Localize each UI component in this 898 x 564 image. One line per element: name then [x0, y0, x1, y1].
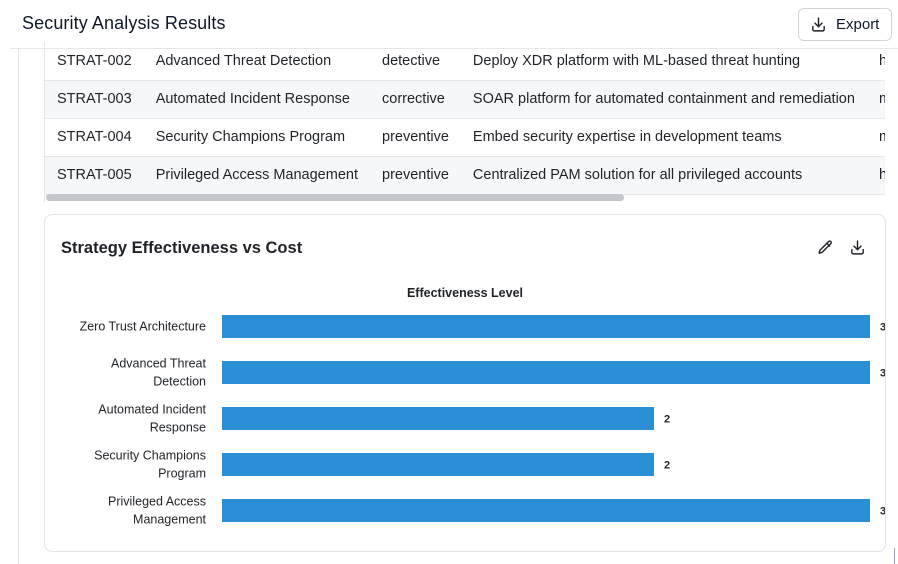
- category-label: Security Champions Program: [94, 449, 206, 481]
- category-label-line: Security Champions: [94, 449, 206, 463]
- chart-title: Effectiveness Level: [407, 286, 523, 300]
- bar-value-label: 3: [880, 322, 886, 334]
- download-icon: [850, 239, 864, 255]
- download-icon: [812, 17, 825, 32]
- bar-value-label: 3: [880, 368, 886, 380]
- strategy-extra-cell: h: [866, 42, 885, 81]
- strategy-extra-cell: m: [866, 118, 885, 157]
- strategy-name-cell: Advanced Threat Detection: [143, 42, 370, 81]
- category-label-line: Program: [158, 467, 206, 481]
- bar[interactable]: [222, 499, 870, 522]
- category-label-line: Privileged Access: [108, 495, 206, 509]
- category-label-line: Response: [150, 421, 206, 435]
- category-label: Advanced Threat Detection: [111, 357, 206, 389]
- strategy-id-cell: STRAT-004: [45, 118, 144, 157]
- category-label: Privileged Access Management: [108, 495, 206, 527]
- strategy-name-cell: Privileged Access Management: [143, 156, 370, 195]
- chart-card-title: Strategy Effectiveness vs Cost: [61, 239, 303, 257]
- scrollbar-thumb[interactable]: [46, 194, 624, 201]
- bar[interactable]: [222, 407, 654, 430]
- edit-chart-button[interactable]: [814, 236, 836, 258]
- strategy-table: STRAT-002 Advanced Threat Detection detect…: [45, 42, 885, 195]
- export-button[interactable]: Export: [798, 8, 892, 41]
- strategy-id-cell: STRAT-002: [45, 42, 144, 81]
- pencil-icon: [817, 239, 832, 254]
- strategy-type-cell: preventive: [370, 118, 461, 157]
- strategy-description-cell: Deploy XDR platform with ML-based threat…: [460, 42, 867, 81]
- table-horizontal-scrollbar[interactable]: [44, 193, 885, 202]
- strategy-description-cell: Embed security expertise in development …: [460, 118, 867, 157]
- category-label-line: Automated Incident: [98, 403, 206, 417]
- strategy-name-cell: Automated Incident Response: [143, 80, 370, 119]
- strategy-table-container: STRAT-002 Advanced Threat Detection detect…: [44, 42, 885, 202]
- table-row[interactable]: STRAT-002 Advanced Threat Detection detect…: [45, 42, 885, 81]
- strategy-id-cell: STRAT-005: [45, 156, 144, 195]
- category-label-line: Detection: [153, 375, 206, 389]
- strategy-name-cell: Security Champions Program: [143, 118, 370, 157]
- category-label-line: Zero Trust Architecture: [80, 320, 206, 334]
- category-label-line: Advanced Threat: [111, 357, 206, 371]
- strategy-extra-cell: m: [866, 80, 885, 119]
- effectiveness-bar-chart: Effectiveness Level Zero Trust Architect…: [80, 286, 886, 527]
- table-row[interactable]: STRAT-004 Security Champions Program preve…: [45, 118, 885, 157]
- bar-value-label: 2: [664, 414, 670, 426]
- strategy-type-cell: corrective: [370, 80, 461, 119]
- export-label: Export: [836, 16, 880, 33]
- strategy-id-cell: STRAT-003: [45, 80, 144, 119]
- chart-card: Strategy Effectiveness vs Cost Effective…: [44, 214, 886, 552]
- strategy-type-cell: detective: [370, 42, 461, 81]
- strategy-description-cell: Centralized PAM solution for all privile…: [460, 156, 867, 195]
- strategy-description-cell: SOAR platform for automated containment …: [460, 80, 867, 119]
- table-row[interactable]: STRAT-005 Privileged Access Management pre…: [45, 156, 885, 195]
- page-title: Security Analysis Results: [22, 13, 226, 33]
- bar-value-label: 2: [664, 460, 670, 472]
- table-row[interactable]: STRAT-003 Automated Incident Response corr…: [45, 80, 885, 119]
- download-chart-button[interactable]: [846, 236, 868, 258]
- category-label: Automated Incident Response: [98, 403, 206, 435]
- category-label-line: Management: [133, 513, 206, 527]
- category-label: Zero Trust Architecture: [80, 320, 206, 334]
- bar[interactable]: [222, 315, 870, 338]
- bar[interactable]: [222, 361, 870, 384]
- bar-value-label: 3: [880, 506, 886, 518]
- strategy-type-cell: preventive: [370, 156, 461, 195]
- strategy-extra-cell: h: [866, 156, 885, 195]
- content-border: [18, 49, 19, 564]
- outer-scrollbar-edge[interactable]: [894, 548, 898, 564]
- bar[interactable]: [222, 453, 654, 476]
